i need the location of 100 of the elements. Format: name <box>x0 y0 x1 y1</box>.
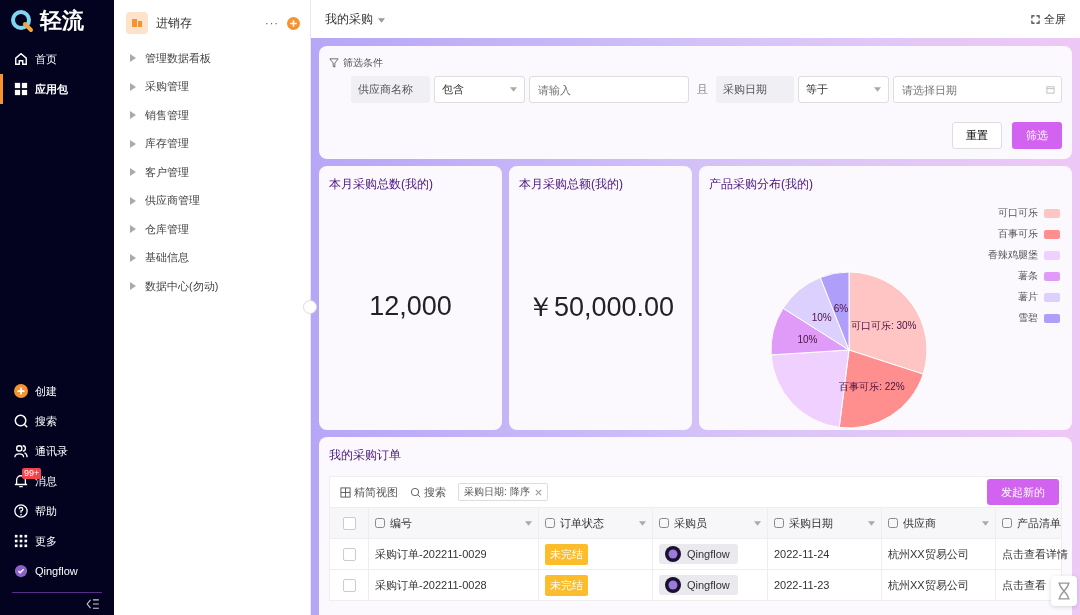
tree-item[interactable]: 客户管理 <box>114 158 310 187</box>
nav-item[interactable]: 创建 <box>0 376 114 406</box>
page-title[interactable]: 我的采购 <box>325 10 385 28</box>
nav-item[interactable]: 搜索 <box>0 406 114 436</box>
column-type-icon <box>659 518 669 528</box>
fullscreen-button[interactable]: 全屏 <box>1031 11 1066 27</box>
app-icon <box>126 12 148 34</box>
tree-item[interactable]: 采购管理 <box>114 72 310 101</box>
home-icon <box>14 52 28 66</box>
user-chip: Qingflow <box>659 575 738 595</box>
status-badge: 未完结 <box>545 543 588 565</box>
tree-item[interactable]: 基础信息 <box>114 243 310 272</box>
sort-tag[interactable]: 采购日期: 降序 <box>458 483 548 501</box>
avatar-icon <box>14 564 28 578</box>
tree-item[interactable]: 管理数据看板 <box>114 44 310 73</box>
slice-label: 10% <box>811 311 832 323</box>
column-header[interactable]: 采购日期 <box>767 508 881 538</box>
nav-item[interactable]: 更多 <box>0 526 114 556</box>
caret-icon[interactable] <box>525 520 532 526</box>
checkbox[interactable] <box>342 578 356 592</box>
slice-label: 6% <box>833 302 849 314</box>
slice-label: 可口可乐: 30% <box>850 319 917 331</box>
add-icon[interactable] <box>287 16 300 30</box>
tree-item[interactable]: 销售管理 <box>114 101 310 130</box>
field-label: 供应商名称 <box>351 76 430 103</box>
nav-item[interactable]: 应用包 <box>0 74 114 104</box>
column-header[interactable]: 编号 <box>368 508 538 538</box>
tree-label: 采购管理 <box>145 79 189 95</box>
legend-label: 薯片 <box>1018 290 1038 304</box>
grid-icon <box>14 82 28 96</box>
count-badge: 99+ <box>22 468 42 479</box>
filter-button[interactable]: 重置 <box>952 122 1002 149</box>
column-header[interactable]: 产品清单 <box>995 508 1080 538</box>
operator-select[interactable]: 包含 <box>433 76 525 103</box>
nav-item[interactable]: Qingflow <box>0 556 114 586</box>
kpi-value: 12,000 <box>369 291 452 322</box>
tree-label: 供应商管理 <box>145 193 200 209</box>
table-cell: 采购订单-202211-0028 <box>368 570 538 600</box>
value-input[interactable]: 请输入 <box>535 82 682 97</box>
apps-icon <box>14 534 28 548</box>
tree-label: 销售管理 <box>145 107 189 123</box>
plus-icon <box>14 384 28 398</box>
column-type-icon <box>774 518 784 528</box>
tree-label: 仓库管理 <box>145 221 189 237</box>
tree-item[interactable]: 供应商管理 <box>114 186 310 215</box>
close-icon[interactable] <box>534 488 542 496</box>
search-icon <box>14 414 28 428</box>
nav-item[interactable]: 通讯录 <box>0 436 114 466</box>
view-button[interactable]: 精简视图 <box>340 484 398 500</box>
search-button[interactable]: 搜索 <box>410 484 446 500</box>
tree-label: 管理数据看板 <box>145 50 211 66</box>
tree-label: 基础信息 <box>145 250 189 266</box>
caret-icon <box>509 87 517 92</box>
table-cell: 2022-11-24 <box>767 539 881 569</box>
column-header[interactable]: 订单状态 <box>538 508 652 538</box>
legend-label: 香辣鸡腿堡 <box>988 248 1038 262</box>
table-cell: 2022-11-23 <box>767 570 881 600</box>
fullscreen-icon <box>1031 14 1040 24</box>
tree-item[interactable]: 库存管理 <box>114 129 310 158</box>
more-button[interactable]: ··· <box>265 17 279 29</box>
avatar-icon <box>665 577 681 593</box>
caret-icon <box>874 87 881 92</box>
operator-select[interactable]: 等于 <box>798 76 889 103</box>
checkbox[interactable] <box>342 547 356 561</box>
nav-item[interactable]: 首页 <box>0 44 114 74</box>
search-icon <box>410 486 421 498</box>
column-header[interactable]: 供应商 <box>881 508 995 538</box>
nav-item[interactable]: 99+ 消息 <box>0 466 114 496</box>
logo-icon <box>10 9 34 33</box>
caret-icon[interactable] <box>868 520 875 526</box>
table-cell[interactable]: 点击查看详情 <box>995 539 1080 569</box>
table-cell: 采购订单-202211-0029 <box>368 539 538 569</box>
loading-button[interactable] <box>1051 576 1077 606</box>
card-title: 本月采购总额(我的) <box>519 176 624 193</box>
app-name: 进销存 <box>156 14 193 32</box>
value-field[interactable]: 请选择日期 <box>893 76 1062 103</box>
joiner-label: 且 <box>695 82 709 97</box>
caret-icon[interactable] <box>754 520 761 526</box>
table-icon <box>340 486 351 498</box>
column-type-icon <box>888 518 898 528</box>
tree-item[interactable]: 数据中心(勿动) <box>114 272 310 301</box>
value-field[interactable]: 请输入 <box>528 76 689 103</box>
caret-icon[interactable] <box>639 520 646 526</box>
filter-icon <box>329 58 339 68</box>
help-icon <box>14 504 28 518</box>
kpi-value: ￥50,000.00 <box>526 290 675 324</box>
hourglass-icon <box>1057 582 1071 600</box>
nav-item[interactable]: 帮助 <box>0 496 114 526</box>
collapse-icon[interactable] <box>86 599 100 609</box>
caret-icon[interactable] <box>982 520 989 526</box>
collapse-handle[interactable] <box>303 300 317 314</box>
calendar-icon <box>1046 85 1055 94</box>
value-input[interactable]: 请选择日期 <box>900 82 1046 97</box>
tree-item[interactable]: 仓库管理 <box>114 215 310 244</box>
filter-title: 筛选条件 <box>343 56 383 70</box>
column-type-icon <box>545 518 555 528</box>
column-header[interactable]: 采购员 <box>652 508 767 538</box>
contacts-icon <box>14 444 28 458</box>
checkbox[interactable] <box>342 516 356 530</box>
field-label: 采购日期 <box>715 76 794 103</box>
